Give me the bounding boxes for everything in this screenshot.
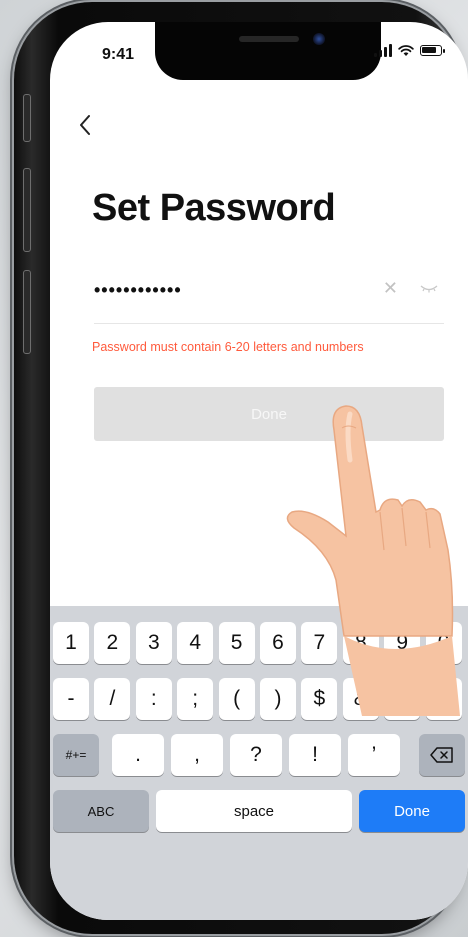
key-row2-4[interactable]: (: [218, 678, 255, 720]
notch: [155, 22, 381, 80]
key-space[interactable]: space: [156, 790, 352, 832]
status-time: 9:41: [102, 46, 135, 63]
volume-down-button: [23, 270, 31, 354]
key-row2-2[interactable]: :: [135, 678, 172, 720]
wifi-icon: [398, 44, 414, 56]
password-input[interactable]: ••••••••••••: [94, 280, 182, 301]
key-row3-1[interactable]: ,: [171, 734, 223, 776]
key-row3-3[interactable]: !: [289, 734, 341, 776]
key-row3-2[interactable]: ?: [230, 734, 282, 776]
key-row1-2[interactable]: 3: [135, 622, 172, 664]
key-row3-0[interactable]: .: [112, 734, 164, 776]
silent-switch: [23, 94, 31, 142]
phone-frame: 9:41 Set Password •••••••••••• ✕ Passwor…: [14, 2, 468, 934]
pointing-hand-icon: [286, 405, 460, 716]
key-row2-0[interactable]: -: [53, 678, 89, 720]
volume-up-button: [23, 168, 31, 252]
key-row1-3[interactable]: 4: [177, 622, 214, 664]
key-row1-1[interactable]: 2: [94, 622, 131, 664]
key-row1-4[interactable]: 5: [218, 622, 255, 664]
backspace-icon: [430, 747, 453, 763]
chevron-left-icon: [80, 115, 90, 135]
key-row2-1[interactable]: /: [94, 678, 131, 720]
key-row1-0[interactable]: 1: [53, 622, 89, 664]
back-button[interactable]: [78, 114, 92, 140]
screen: 9:41 Set Password •••••••••••• ✕ Passwor…: [50, 22, 468, 920]
signal-icon: [374, 44, 392, 57]
password-field[interactable]: •••••••••••• ✕: [94, 278, 444, 304]
page-title: Set Password: [92, 187, 336, 229]
key-row2-3[interactable]: ;: [177, 678, 214, 720]
clear-icon[interactable]: ✕: [383, 278, 398, 299]
speaker: [239, 36, 299, 42]
key-backspace[interactable]: [419, 734, 465, 776]
password-hint-error: Password must contain 6-20 letters and n…: [92, 340, 364, 354]
key-row3-4[interactable]: ’: [348, 734, 400, 776]
status-icons: [374, 44, 445, 57]
battery-icon: [420, 45, 445, 56]
key-return-done[interactable]: Done: [359, 790, 465, 832]
eye-closed-icon[interactable]: [420, 285, 438, 293]
camera-icon: [313, 33, 325, 45]
key-symbols-toggle[interactable]: #+=: [53, 734, 99, 776]
key-abc[interactable]: ABC: [53, 790, 149, 832]
password-underline: [94, 323, 444, 324]
